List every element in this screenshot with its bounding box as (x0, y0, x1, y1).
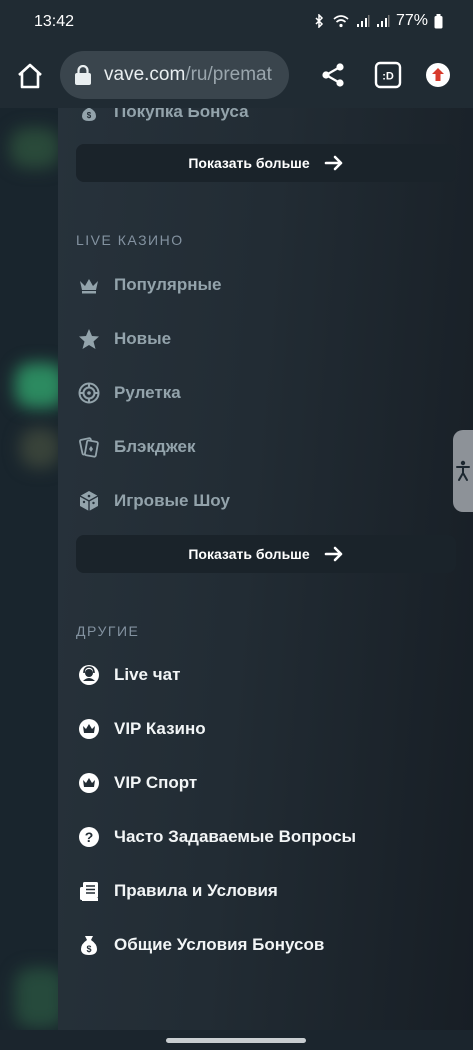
menu-item-blackjack[interactable]: Блэкджек (78, 432, 196, 462)
menu-item-game-shows[interactable]: Игровые Шоу (78, 486, 230, 516)
crown-icon (78, 274, 100, 296)
arrow-right-icon (324, 155, 342, 171)
show-more-label: Показать больше (188, 546, 310, 562)
tab-switcher-label: :D (382, 71, 394, 83)
tab-switcher-icon: :D (374, 61, 402, 89)
cards-icon (78, 436, 100, 458)
money-bag-icon: $ (78, 934, 100, 956)
tab-switcher-button[interactable]: :D (374, 61, 402, 89)
blurred-shape (15, 968, 60, 1028)
side-menu-panel: $ Покупка Бонуса Показать больше LIVE КА… (58, 108, 473, 1030)
menu-item-label: Популярные (114, 275, 222, 294)
svg-text:$: $ (86, 944, 91, 954)
chat-support-icon (78, 664, 100, 686)
battery-percent: 77% (395, 12, 428, 29)
menu-item-label: Покупка Бонуса (114, 108, 249, 121)
url-text: vave.com/ru/premat (104, 64, 272, 86)
arrow-right-icon (324, 546, 342, 562)
menu-item-terms[interactable]: Правила и Условия (78, 876, 278, 906)
blurred-shape (10, 128, 60, 168)
show-more-button-live[interactable]: Показать больше (76, 535, 456, 573)
dice-icon (78, 490, 100, 512)
menu-item-vip-casino[interactable]: VIP Казино (78, 714, 206, 744)
menu-item-label: VIP Казино (114, 719, 206, 738)
vip-crown-icon (78, 718, 100, 740)
menu-item-new[interactable]: Новые (78, 324, 171, 354)
lock-icon (75, 65, 91, 85)
accessibility-icon (456, 460, 470, 481)
signal-icon-2 (376, 15, 390, 27)
question-icon: ? (78, 826, 100, 848)
home-icon[interactable] (14, 60, 46, 92)
blurred-shape (20, 428, 60, 468)
address-bar[interactable]: vave.com/ru/premat (60, 51, 289, 99)
extension-icon[interactable] (425, 62, 451, 88)
menu-item-faq[interactable]: ? Часто Задаваемые Вопросы (78, 822, 356, 852)
menu-item-label: Игровые Шоу (114, 491, 230, 510)
svg-text:?: ? (85, 829, 94, 845)
url-path: /ru/premat (185, 64, 272, 85)
menu-item-label: Общие Условия Бонусов (114, 935, 325, 954)
menu-item-bonus-buy[interactable]: $ Покупка Бонуса (78, 108, 249, 127)
section-title-live-casino: LIVE КАЗИНО (76, 232, 184, 248)
document-icon (78, 880, 100, 902)
share-icon[interactable] (318, 60, 348, 90)
show-more-label: Показать больше (188, 155, 310, 171)
menu-item-label: Часто Задаваемые Вопросы (114, 827, 357, 846)
menu-item-bonus-terms[interactable]: $ Общие Условия Бонусов (78, 930, 324, 960)
show-more-button[interactable]: Показать больше (76, 144, 456, 182)
roulette-icon (78, 382, 100, 404)
svg-text:$: $ (87, 111, 92, 120)
blurred-shape (15, 363, 60, 408)
section-title-other: ДРУГИЕ (76, 623, 140, 639)
menu-item-label: Новые (114, 329, 172, 348)
wifi-icon (333, 15, 349, 28)
browser-toolbar: vave.com/ru/premat :D (0, 44, 473, 108)
star-icon (78, 328, 100, 350)
money-bag-icon: $ (78, 108, 100, 123)
vip-crown-icon (78, 772, 100, 794)
status-icons: 77% (312, 12, 443, 30)
menu-item-label: Блэкджек (114, 437, 196, 456)
menu-item-popular[interactable]: Популярные (78, 270, 221, 300)
accessibility-button[interactable] (453, 430, 473, 512)
menu-item-live-chat[interactable]: Live чат (78, 660, 180, 690)
menu-item-label: VIP Спорт (114, 773, 198, 792)
bluetooth-icon (315, 14, 324, 28)
menu-item-label: Рулетка (114, 383, 181, 402)
battery-icon (434, 13, 443, 28)
menu-item-roulette[interactable]: Рулетка (78, 378, 181, 408)
menu-item-label: Live чат (114, 665, 181, 684)
status-bar: 13:42 77% (0, 0, 473, 44)
menu-item-vip-sport[interactable]: VIP Спорт (78, 768, 197, 798)
menu-item-label: Правила и Условия (114, 881, 278, 900)
page-backdrop (0, 108, 60, 1050)
status-time: 13:42 (34, 13, 75, 30)
url-domain: vave.com (104, 64, 186, 85)
signal-icon (356, 15, 370, 27)
gesture-handle[interactable] (166, 1038, 306, 1043)
